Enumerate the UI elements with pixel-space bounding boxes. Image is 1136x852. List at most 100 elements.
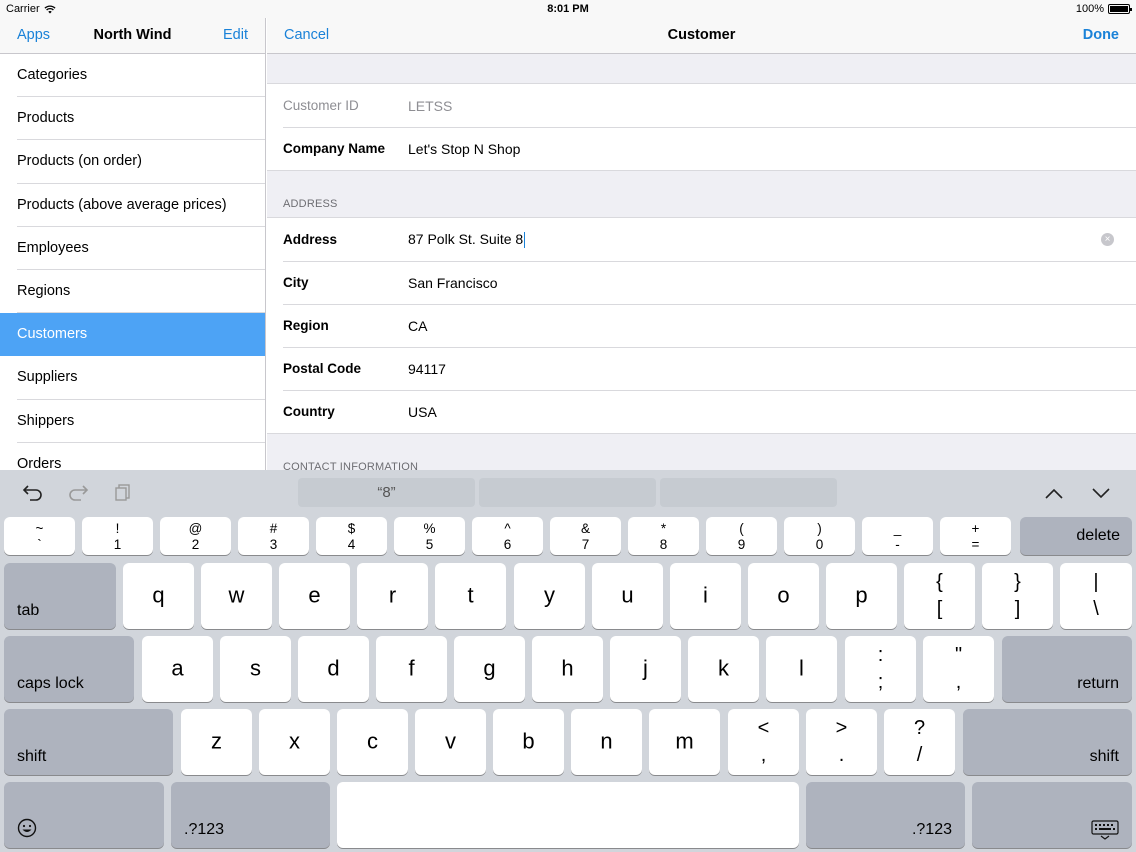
prediction-3[interactable] bbox=[660, 478, 837, 507]
shift-left-key[interactable]: shift bbox=[4, 709, 173, 775]
key-a[interactable]: a bbox=[142, 636, 213, 702]
sidebar-item-categories[interactable]: Categories bbox=[0, 54, 265, 98]
clear-icon[interactable]: × bbox=[1101, 233, 1114, 246]
customer-id-label: Customer ID bbox=[283, 98, 359, 113]
city-field[interactable]: San Francisco bbox=[408, 275, 1136, 291]
sidebar-item-customers[interactable]: Customers bbox=[0, 313, 265, 357]
key-tilde[interactable]: ~ ` bbox=[4, 517, 75, 555]
contact-section-header: CONTACT INFORMATION bbox=[283, 461, 419, 470]
battery-percent: 100% bbox=[1075, 3, 1104, 15]
key-y[interactable]: y bbox=[514, 563, 585, 629]
key-greater-than[interactable]: >. bbox=[806, 709, 877, 775]
key-l[interactable]: l bbox=[766, 636, 837, 702]
key-less-than[interactable]: <, bbox=[728, 709, 799, 775]
redo-icon[interactable] bbox=[67, 483, 89, 501]
undo-icon[interactable] bbox=[22, 483, 44, 501]
prediction-2[interactable] bbox=[479, 478, 656, 507]
address-group: Address 87 Polk St. Suite 8 × City San F… bbox=[267, 217, 1136, 434]
dismiss-keyboard-key[interactable] bbox=[972, 782, 1132, 848]
edit-button[interactable]: Edit bbox=[223, 27, 248, 43]
key-7[interactable]: & 7 bbox=[550, 517, 621, 555]
key-u[interactable]: u bbox=[592, 563, 663, 629]
postal-code-row[interactable]: Postal Code 94117 bbox=[267, 347, 1136, 390]
key-colon[interactable]: :; bbox=[845, 636, 916, 702]
key-equals[interactable]: + = bbox=[940, 517, 1011, 555]
key-left-brace[interactable]: {[ bbox=[904, 563, 975, 629]
space-key[interactable] bbox=[337, 782, 799, 848]
key-backslash[interactable]: | \ bbox=[1060, 563, 1132, 629]
paste-icon[interactable] bbox=[113, 483, 133, 501]
key-6[interactable]: ^ 6 bbox=[472, 517, 543, 555]
country-field[interactable]: USA bbox=[408, 404, 1136, 420]
key-right-brace[interactable]: }] bbox=[982, 563, 1053, 629]
key-i[interactable]: i bbox=[670, 563, 741, 629]
city-row[interactable]: City San Francisco bbox=[267, 261, 1136, 304]
sidebar-item-employees[interactable]: Employees bbox=[0, 227, 265, 271]
key-k[interactable]: k bbox=[688, 636, 759, 702]
region-row[interactable]: Region CA bbox=[267, 304, 1136, 347]
key-0[interactable]: ) 0 bbox=[784, 517, 855, 555]
sidebar-item-regions[interactable]: Regions bbox=[0, 270, 265, 314]
key-question[interactable]: ? / bbox=[884, 709, 955, 775]
key-d[interactable]: d bbox=[298, 636, 369, 702]
emoji-key[interactable] bbox=[4, 782, 164, 848]
key-f[interactable]: f bbox=[376, 636, 447, 702]
key-m[interactable]: m bbox=[649, 709, 720, 775]
key-r[interactable]: r bbox=[357, 563, 428, 629]
key-h[interactable]: h bbox=[532, 636, 603, 702]
key-2[interactable]: @2 bbox=[160, 517, 231, 555]
key-e[interactable]: e bbox=[279, 563, 350, 629]
key-8[interactable]: * 8 bbox=[628, 517, 699, 555]
battery-icon bbox=[1108, 4, 1132, 14]
key-o[interactable]: o bbox=[748, 563, 819, 629]
sidebar-item-shippers[interactable]: Shippers bbox=[0, 400, 265, 443]
numbers-right-key[interactable]: .?123 bbox=[806, 782, 965, 848]
numbers-left-key[interactable]: .?123 bbox=[171, 782, 330, 848]
company-name-row[interactable]: Company Name Let's Stop N Shop bbox=[267, 127, 1136, 170]
page-title: Customer bbox=[667, 27, 736, 43]
key-w[interactable]: w bbox=[201, 563, 272, 629]
delete-key[interactable]: delete bbox=[1020, 517, 1132, 555]
key-c[interactable]: c bbox=[337, 709, 408, 775]
sidebar-item-products[interactable]: Products bbox=[0, 97, 265, 141]
region-field[interactable]: CA bbox=[408, 318, 1136, 334]
chevron-down-icon[interactable] bbox=[1092, 488, 1110, 499]
key-t[interactable]: t bbox=[435, 563, 506, 629]
chevron-up-icon[interactable] bbox=[1045, 488, 1063, 499]
sidebar-item-suppliers[interactable]: Suppliers bbox=[0, 356, 265, 400]
key-z[interactable]: z bbox=[181, 709, 252, 775]
key-1[interactable]: ! 1 bbox=[82, 517, 153, 555]
key-3[interactable]: #3 bbox=[238, 517, 309, 555]
done-button[interactable]: Done bbox=[1083, 27, 1119, 43]
shift-right-key[interactable]: shift bbox=[963, 709, 1132, 775]
key-x[interactable]: x bbox=[259, 709, 330, 775]
return-key[interactable]: return bbox=[1002, 636, 1132, 702]
clock: 8:01 PM bbox=[547, 3, 589, 15]
address-field[interactable]: 87 Polk St. Suite 8 bbox=[408, 231, 1136, 249]
customer-group: Customer ID LETSS Company Name Let's Sto… bbox=[267, 83, 1136, 171]
key-n[interactable]: n bbox=[571, 709, 642, 775]
key-5[interactable]: % 5 bbox=[394, 517, 465, 555]
prediction-1[interactable]: “8” bbox=[298, 478, 475, 507]
sidebar-item-products-on-order[interactable]: Products (on order) bbox=[0, 140, 265, 184]
detail-pane: Cancel Customer Done Customer ID LETSS C… bbox=[267, 18, 1136, 470]
key-9[interactable]: (9 bbox=[706, 517, 777, 555]
key-b[interactable]: b bbox=[493, 709, 564, 775]
country-row[interactable]: Country USA bbox=[267, 390, 1136, 433]
tab-key[interactable]: tab bbox=[4, 563, 116, 629]
caps-lock-key[interactable]: caps lock bbox=[4, 636, 134, 702]
postal-code-field[interactable]: 94117 bbox=[408, 361, 1136, 377]
address-row[interactable]: Address 87 Polk St. Suite 8 × bbox=[267, 218, 1136, 261]
key-v[interactable]: v bbox=[415, 709, 486, 775]
sidebar-item-products-above-average[interactable]: Products (above average prices) bbox=[0, 184, 265, 227]
key-minus[interactable]: _ - bbox=[862, 517, 933, 555]
key-j[interactable]: j bbox=[610, 636, 681, 702]
key-4[interactable]: $4 bbox=[316, 517, 387, 555]
key-quote[interactable]: ", bbox=[923, 636, 994, 702]
key-p[interactable]: p bbox=[826, 563, 897, 629]
key-s[interactable]: s bbox=[220, 636, 291, 702]
key-q[interactable]: q bbox=[123, 563, 194, 629]
sidebar-item-orders[interactable]: Orders bbox=[0, 443, 265, 470]
key-g[interactable]: g bbox=[454, 636, 525, 702]
company-name-field[interactable]: Let's Stop N Shop bbox=[408, 141, 1136, 157]
